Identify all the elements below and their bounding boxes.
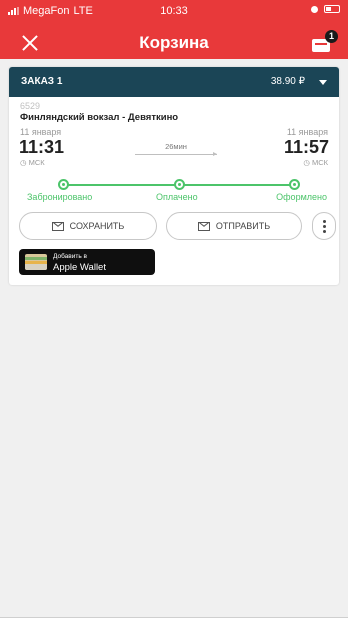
status-icons (311, 5, 340, 13)
page-title: Корзина (139, 33, 209, 52)
wallet-line2: Apple Wallet (53, 262, 106, 273)
apple-wallet-button[interactable]: Добавить в Apple Wallet (19, 249, 155, 275)
progress-dot (289, 179, 300, 190)
duration-arrow (135, 152, 217, 156)
chevron-down-icon[interactable] (319, 80, 327, 85)
order-label: ЗАКАЗ 1 (21, 76, 63, 87)
status-bar: MegaFon LTE 10:33 (0, 0, 348, 22)
arrival-date: 11 января (286, 127, 328, 137)
more-options-button[interactable] (312, 212, 336, 240)
route-name: Финляндский вокзал - Девяткино (20, 112, 179, 123)
arrival-time: 11:57 (283, 137, 329, 157)
cart-button[interactable]: 1 (312, 30, 338, 52)
order-card: ЗАКАЗ 1 38.90 ₽ 6529 Финляндский вокзал … (9, 67, 339, 285)
send-button[interactable]: ОТПРАВИТЬ (166, 212, 302, 240)
departure-time: 11:31 (19, 137, 65, 157)
step-paid: Оплачено (156, 192, 198, 202)
save-button[interactable]: СОХРАНИТЬ (19, 212, 157, 240)
app-header: MegaFon LTE 10:33 Корзина 1 (0, 0, 348, 59)
departure-timezone: ◷ МСК (20, 158, 45, 167)
battery-icon (324, 5, 340, 13)
departure-date: 11 января (20, 127, 62, 137)
envelope-icon (197, 221, 210, 231)
send-label: ОТПРАВИТЬ (215, 221, 271, 231)
step-issued: Оформлено (276, 192, 327, 202)
envelope-icon (51, 221, 64, 231)
wallet-line1: Добавить в (53, 253, 87, 260)
train-number: 6529 (20, 101, 41, 111)
progress-dot (174, 179, 185, 190)
status-time: 10:33 (160, 5, 188, 17)
order-header[interactable]: ЗАКАЗ 1 38.90 ₽ (9, 67, 339, 97)
arrival-timezone: ◷ МСК (303, 158, 328, 167)
wallet-icon (25, 254, 47, 270)
cart-count-badge: 1 (325, 30, 338, 43)
progress-dot (58, 179, 69, 190)
trip-duration: 26мин (165, 142, 187, 151)
location-icon (311, 5, 318, 13)
order-total: 38.90 ₽ (270, 76, 305, 87)
step-booked: Забронировано (27, 192, 93, 202)
save-label: СОХРАНИТЬ (69, 221, 125, 231)
